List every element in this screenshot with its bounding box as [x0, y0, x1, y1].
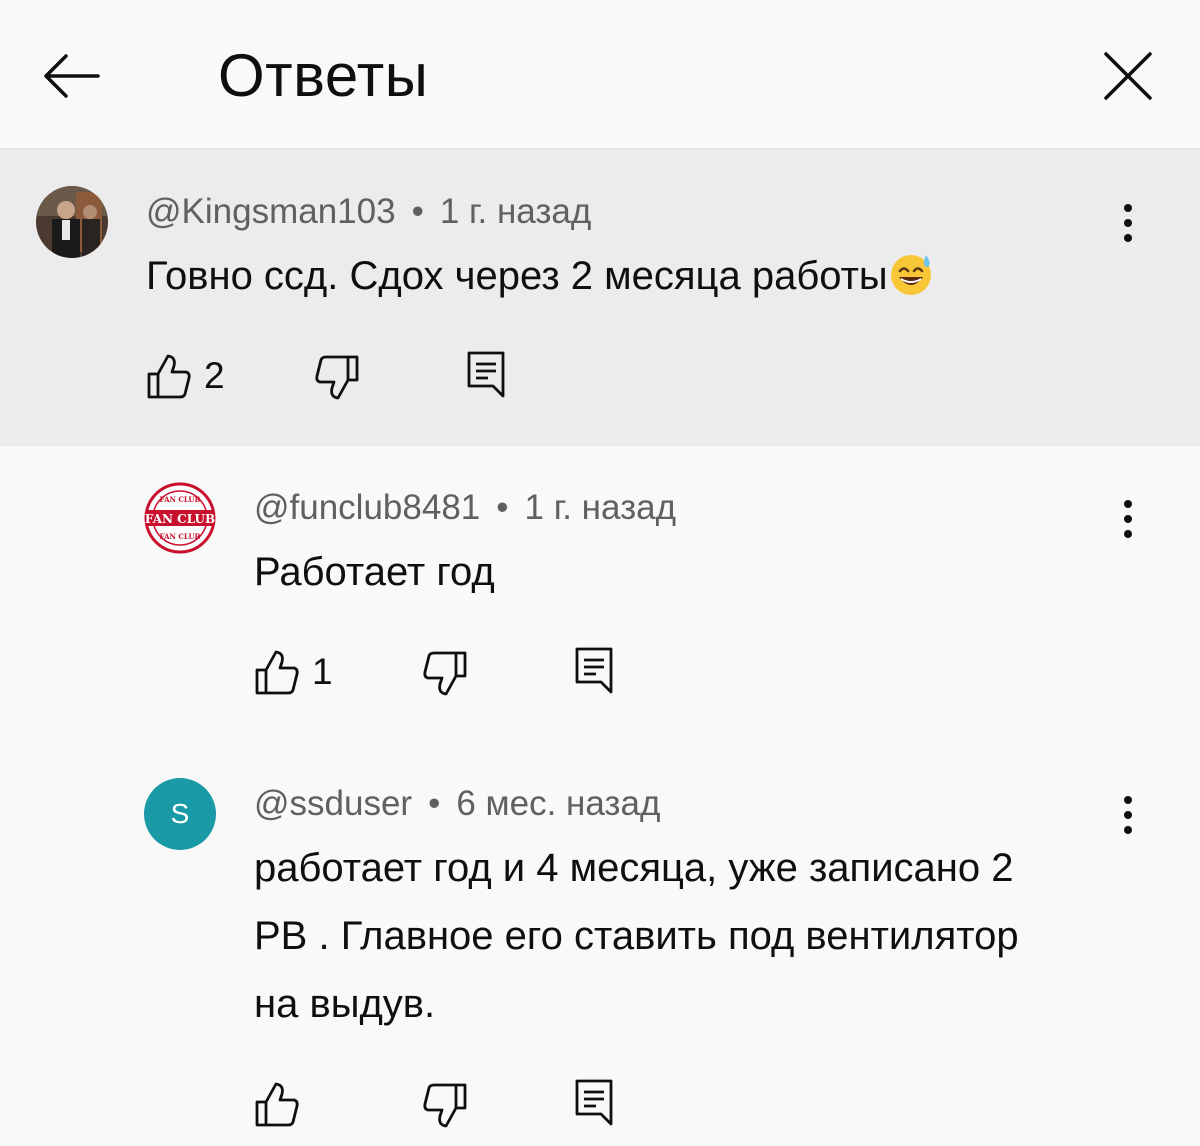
more-vert-icon: [1124, 500, 1132, 538]
sweat-smile-emoji-icon: [890, 255, 931, 295]
fan-club-logo-icon: FAN CLUB FAN CLUB FAN CLUB: [144, 482, 216, 554]
like-button[interactable]: [254, 1080, 300, 1128]
author-handle[interactable]: @funclub8481: [254, 488, 480, 527]
comment-reply: S @ssduser • 6 мес. назад работает год и 4…: [0, 742, 1200, 1146]
avatar[interactable]: S: [144, 778, 216, 850]
avatar[interactable]: FAN CLUB FAN CLUB FAN CLUB: [144, 482, 216, 554]
more-options-button[interactable]: [1108, 194, 1148, 254]
like-button[interactable]: [254, 648, 300, 696]
comment-meta: @funclub8481 • 1 г. назад: [254, 486, 676, 530]
dislike-button[interactable]: [422, 650, 468, 698]
reply-icon: [467, 351, 505, 398]
back-button[interactable]: [40, 44, 104, 108]
author-handle[interactable]: @Kingsman103: [146, 192, 396, 231]
dislike-button[interactable]: [314, 354, 360, 402]
avatar-letter: S: [170, 798, 190, 829]
header: Ответы: [0, 0, 1200, 150]
thumb-down-icon: [315, 355, 359, 400]
thumb-up-icon: [255, 650, 299, 695]
thumb-down-icon: [423, 1083, 467, 1128]
avatar[interactable]: [36, 186, 108, 258]
comment-text-line: на выдув.: [254, 982, 436, 1026]
comment-parent: @Kingsman103 • 1 г. назад Говно ссд. Сдох …: [0, 150, 1200, 446]
comment-text: работает год и 4 месяца, уже записано 2 …: [254, 834, 1019, 1038]
comment-text: Говно ссд. Сдох через 2 месяца работы: [146, 242, 934, 310]
back-arrow-icon: [44, 54, 100, 98]
reply-icon: [575, 647, 613, 694]
comment-meta: @ssduser • 6 мес. назад: [254, 782, 660, 826]
comment-text-body: Говно ссд. Сдох через 2 месяца работы: [146, 254, 888, 298]
comment-time: 1 г. назад: [524, 488, 676, 527]
like-count: 2: [204, 355, 225, 396]
close-icon: [1104, 52, 1152, 100]
comment-text-line: работает год и 4 месяца, уже записано 2: [254, 846, 1014, 890]
meta-separator: •: [411, 192, 424, 231]
meta-separator: •: [428, 784, 441, 823]
reply-button[interactable]: [466, 350, 506, 398]
like-count: 1: [312, 651, 333, 692]
comment-text-line: PB . Главное его ставить под вентилятор: [254, 914, 1019, 958]
close-button[interactable]: [1098, 46, 1158, 106]
more-options-button[interactable]: [1108, 490, 1148, 550]
reply-button[interactable]: [574, 1078, 614, 1126]
more-options-button[interactable]: [1108, 786, 1148, 846]
logo-text-top: FAN CLUB: [160, 495, 201, 504]
more-vert-icon: [1124, 796, 1132, 834]
like-button[interactable]: [146, 352, 192, 400]
more-vert-icon: [1124, 204, 1132, 242]
logo-text-bottom: FAN CLUB: [160, 532, 201, 541]
thumb-up-icon: [147, 354, 191, 399]
reply-icon: [575, 1079, 613, 1126]
dislike-button[interactable]: [422, 1082, 468, 1130]
thumb-up-icon: [255, 1082, 299, 1127]
comment-time: 1 г. назад: [439, 192, 592, 231]
comment-meta: @Kingsman103 • 1 г. назад: [146, 190, 591, 234]
thumb-down-icon: [423, 651, 467, 696]
page-title: Ответы: [218, 42, 429, 109]
comment-reply: FAN CLUB FAN CLUB FAN CLUB @funclub8481 •…: [0, 446, 1200, 742]
reply-button[interactable]: [574, 646, 614, 694]
logo-text-main: FAN CLUB: [145, 512, 215, 526]
comment-time: 6 мес. назад: [456, 784, 661, 823]
comment-text: Работает год: [254, 550, 495, 594]
author-handle[interactable]: @ssduser: [254, 784, 412, 823]
avatar-photo-image: [36, 186, 108, 258]
meta-separator: •: [496, 488, 509, 527]
